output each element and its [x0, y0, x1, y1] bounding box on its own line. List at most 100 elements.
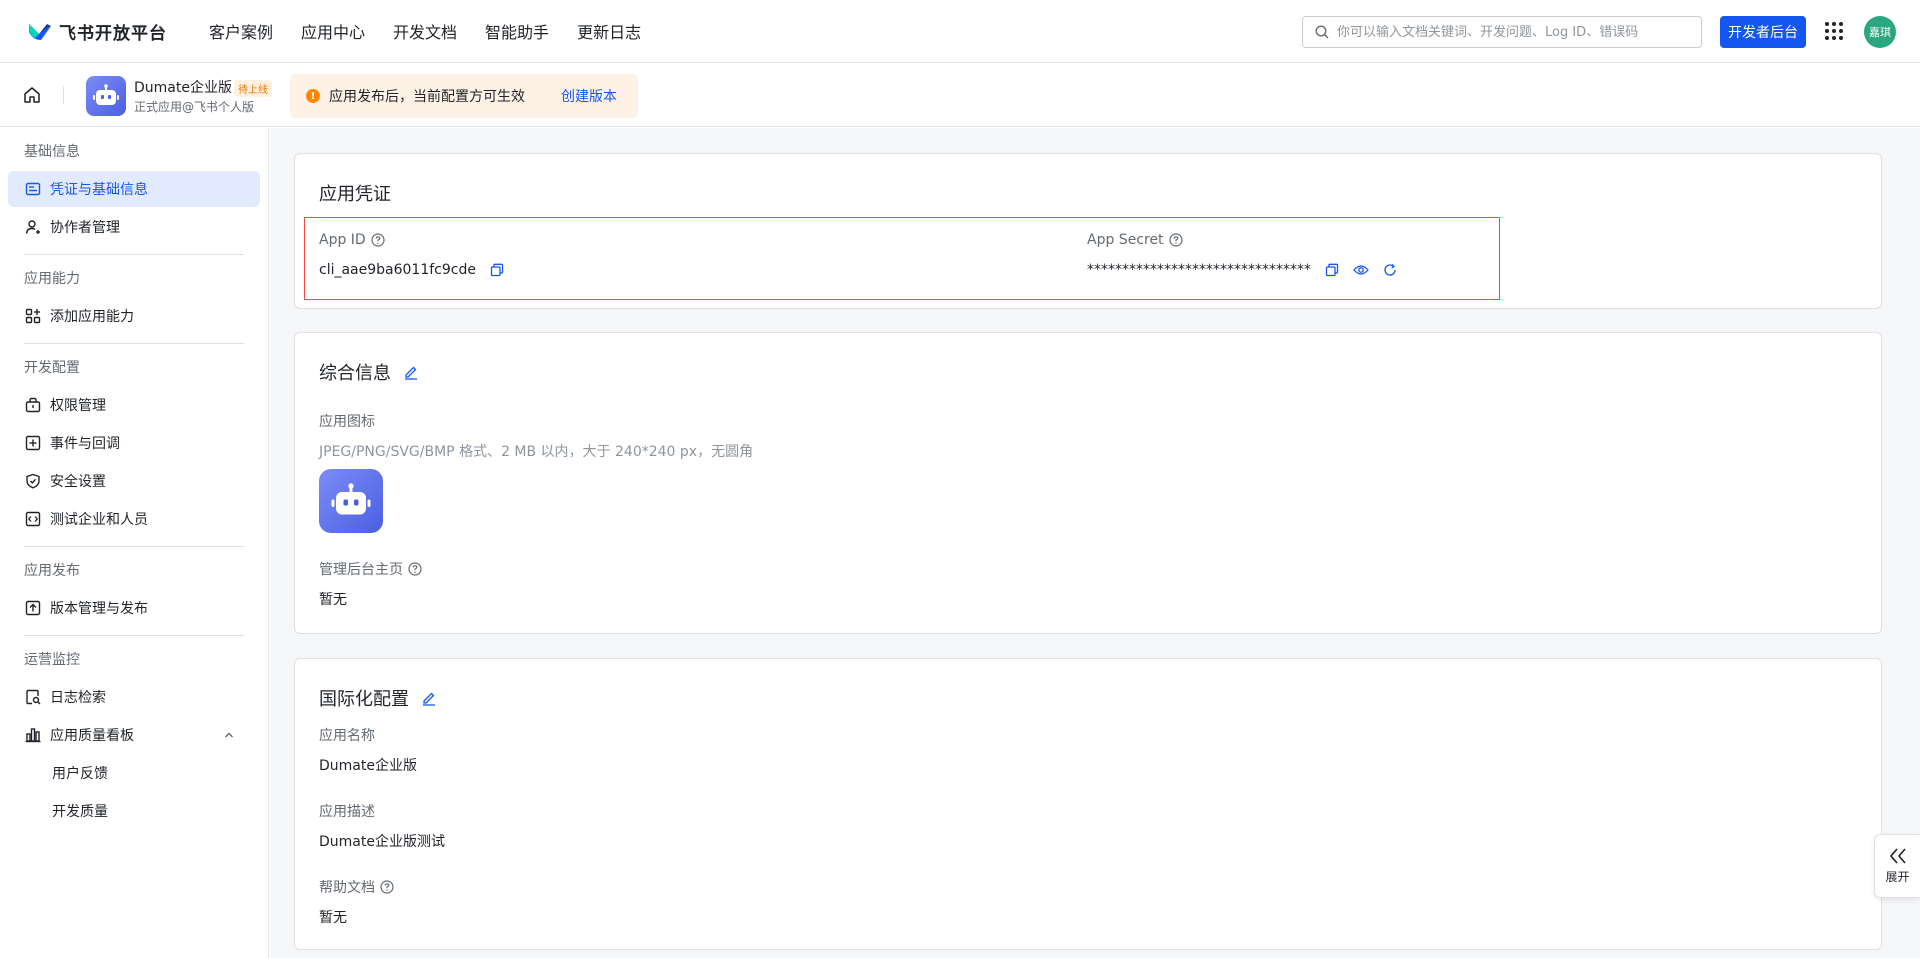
lock-bag-icon: [25, 397, 41, 413]
app-grid-icon[interactable]: [1825, 22, 1843, 40]
admin-home-label-text: 管理后台主页: [319, 562, 403, 578]
main-nav: 客户案例 应用中心 开发文档 智能助手 更新日志: [209, 19, 669, 43]
app-icon-label: 应用图标: [319, 414, 375, 430]
sidebar-item-quality-dashboard[interactable]: 应用质量看板: [8, 717, 260, 753]
brand-name: 飞书开放平台: [59, 23, 167, 44]
sidebar-item-label: 测试企业和人员: [50, 512, 148, 528]
nav-item-assistant[interactable]: 智能助手: [485, 19, 549, 43]
help-icon[interactable]: [380, 880, 394, 894]
edit-icon[interactable]: [403, 364, 419, 380]
shield-icon: [26, 473, 40, 489]
app-name: Dumate企业版: [134, 80, 232, 96]
warning-icon: !: [306, 89, 320, 103]
nav-item-cases[interactable]: 客户案例: [209, 19, 273, 43]
sidebar-divider: [24, 546, 244, 547]
apps-add-icon: [25, 308, 41, 324]
user-avatar[interactable]: 嘉琪: [1864, 16, 1896, 48]
admin-home-value: 暂无: [319, 592, 347, 608]
app-id-text: cli_aae9ba6011fc9cde: [319, 262, 476, 278]
general-title-text: 综合信息: [319, 363, 391, 384]
home-icon[interactable]: [23, 86, 41, 104]
eye-icon[interactable]: [1353, 263, 1369, 277]
copy-icon[interactable]: [1325, 263, 1339, 277]
sidebar-item-security[interactable]: 安全设置: [8, 463, 260, 499]
sidebar-item-add-capability[interactable]: 添加应用能力: [8, 298, 260, 334]
credential-icon: [25, 182, 41, 196]
icon-hint: JPEG/PNG/SVG/BMP 格式、2 MB 以内，大于 240*240 p…: [319, 444, 754, 460]
sidebar-item-label: 安全设置: [50, 474, 106, 490]
section-title: 国际化配置: [319, 685, 437, 711]
sidebar-item-collaborators[interactable]: 协作者管理: [8, 209, 260, 245]
code-box-icon: [25, 511, 41, 527]
help-icon[interactable]: [408, 562, 422, 576]
nav-item-dev-docs[interactable]: 开发文档: [393, 19, 457, 43]
sidebar-item-user-feedback[interactable]: 用户反馈: [8, 755, 260, 791]
user-add-icon: [25, 220, 40, 234]
sidebar-item-credentials[interactable]: 凭证与基础信息: [8, 171, 260, 207]
search-input[interactable]: [1337, 24, 1677, 40]
i18n-card: 国际化配置 应用名称 Dumate企业版 应用描述 Dumate企业版测试 帮助…: [294, 658, 1882, 950]
app-icon-preview[interactable]: [319, 469, 383, 533]
section-title: 综合信息: [319, 359, 419, 385]
app-subtitle: 正式应用@飞书个人版: [134, 100, 255, 114]
app-secret-value: ********************************: [1087, 262, 1397, 278]
app-avatar: [86, 76, 126, 116]
copy-icon[interactable]: [490, 263, 504, 277]
sidebar-item-label: 凭证与基础信息: [50, 182, 148, 198]
brand-logo[interactable]: 飞书开放平台: [27, 19, 167, 44]
main-content: 应用凭证 App ID cli_aae9ba6011fc9cde App Sec…: [270, 128, 1920, 958]
sidebar-item-label: 权限管理: [50, 398, 106, 414]
sidebar-item-events[interactable]: 事件与回调: [8, 425, 260, 461]
app-id-label: App ID: [319, 232, 385, 248]
app-name-value: Dumate企业版: [319, 758, 417, 774]
sidebar-divider: [24, 343, 244, 344]
search-box[interactable]: [1302, 16, 1702, 48]
help-doc-value: 暂无: [319, 910, 347, 926]
sidebar-group-title: 基础信息: [24, 144, 80, 160]
sidebar-divider: [24, 254, 244, 255]
section-title: 应用凭证: [319, 184, 391, 205]
sidebar: 基础信息 凭证与基础信息 协作者管理 应用能力 添加应用能力 开发配置 权限管理…: [0, 128, 269, 958]
sidebar-item-label: 用户反馈: [52, 766, 108, 782]
edit-icon[interactable]: [421, 690, 437, 706]
help-doc-label: 帮助文档: [319, 877, 394, 897]
app-secret-text: ********************************: [1087, 262, 1311, 278]
sidebar-item-label: 日志检索: [50, 690, 106, 706]
chevron-up-icon[interactable]: [223, 729, 235, 741]
sidebar-group-title: 应用能力: [24, 271, 80, 287]
nav-item-changelog[interactable]: 更新日志: [577, 19, 641, 43]
sidebar-item-permissions[interactable]: 权限管理: [8, 387, 260, 423]
create-version-link[interactable]: 创建版本: [561, 86, 617, 106]
sidebar-item-log-search[interactable]: 日志检索: [8, 679, 260, 715]
app-desc-value: Dumate企业版测试: [319, 834, 445, 850]
log-search-icon: [26, 689, 41, 705]
event-icon: [25, 435, 41, 451]
expand-label: 展开: [1885, 870, 1910, 884]
sidebar-item-versions[interactable]: 版本管理与发布: [8, 590, 260, 626]
sidebar-item-label: 协作者管理: [50, 220, 120, 236]
status-badge: 待上线: [234, 80, 272, 97]
help-icon[interactable]: [1168, 233, 1183, 247]
expand-panel-button[interactable]: 展开: [1874, 834, 1920, 898]
help-icon[interactable]: [371, 233, 385, 247]
robot-icon: [93, 84, 119, 105]
sidebar-item-test-tenants[interactable]: 测试企业和人员: [8, 501, 260, 537]
nav-item-app-center[interactable]: 应用中心: [301, 19, 365, 43]
developer-console-button[interactable]: 开发者后台: [1720, 16, 1806, 48]
robot-icon: [331, 483, 371, 515]
upload-icon: [25, 600, 41, 616]
app-id-label-text: App ID: [319, 232, 366, 248]
sidebar-divider: [24, 635, 244, 636]
credentials-card: 应用凭证 App ID cli_aae9ba6011fc9cde App Sec…: [294, 153, 1882, 309]
credentials-highlight: [304, 217, 1500, 300]
publish-notice: ! 应用发布后，当前配置方可生效 创建版本: [290, 74, 638, 118]
sidebar-item-label: 添加应用能力: [50, 309, 134, 325]
sidebar-group-title: 应用发布: [24, 563, 80, 579]
sidebar-item-label: 开发质量: [52, 804, 108, 820]
sidebar-item-dev-quality[interactable]: 开发质量: [8, 793, 260, 829]
search-icon: [1315, 25, 1329, 39]
sidebar-group-title: 开发配置: [24, 360, 80, 376]
refresh-icon[interactable]: [1383, 263, 1397, 277]
sidebar-item-label: 事件与回调: [50, 436, 120, 452]
divider: [63, 86, 64, 104]
